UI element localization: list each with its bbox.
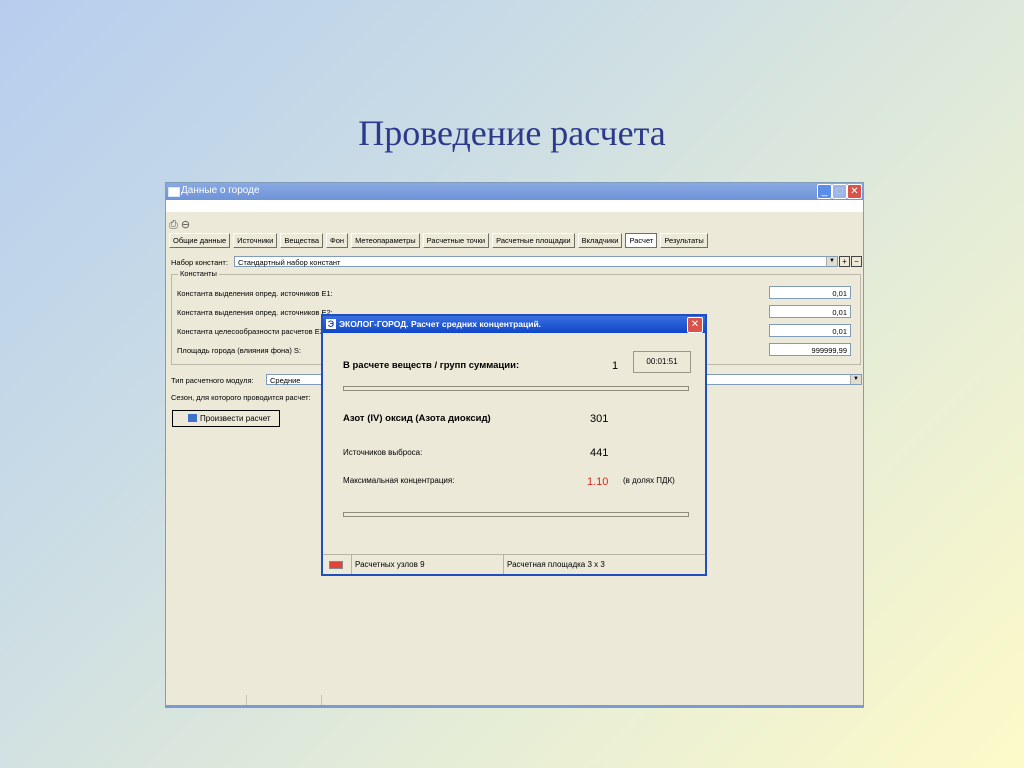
- dialog-close-button[interactable]: ✕: [687, 317, 703, 333]
- sources-label: Источников выброса:: [343, 448, 423, 457]
- chevron-down-icon[interactable]: ▼: [826, 257, 837, 266]
- print-icon[interactable]: ⎙: [169, 219, 178, 231]
- max-concentration-label: Максимальная концентрация:: [343, 476, 455, 485]
- slide-title: Проведение расчета: [358, 113, 666, 153]
- calculation-dialog: Э ЭКОЛОГ-ГОРОД. Расчет средних концентра…: [321, 314, 707, 576]
- city-area-input[interactable]: 999999,99: [769, 343, 851, 356]
- calculator-icon: [188, 414, 197, 422]
- constants-set-label: Набор констант:: [171, 258, 228, 267]
- substance-name: Азот (IV) оксид (Азота диоксид): [343, 413, 491, 424]
- tab-sources[interactable]: Источники: [233, 233, 278, 248]
- status-divider: [321, 695, 322, 705]
- close-button[interactable]: ✕: [847, 184, 862, 199]
- remove-constants-button[interactable]: −: [851, 256, 862, 267]
- window-bottom-border: [166, 705, 863, 707]
- refresh-icon[interactable]: ⊖: [181, 219, 190, 231]
- tab-results[interactable]: Результаты: [660, 233, 708, 248]
- run-calculation-label: Произвести расчет: [200, 414, 271, 423]
- constants-set-value: Стандартный набор констант: [238, 258, 341, 267]
- tab-background[interactable]: Фон: [326, 233, 349, 248]
- status-indicator-icon: [329, 561, 343, 569]
- module-type-value: Средние: [270, 376, 301, 385]
- minimize-button[interactable]: _: [817, 184, 832, 199]
- max-concentration-unit: (в долях ПДК): [623, 476, 675, 485]
- app-logo-icon: Э: [326, 319, 336, 329]
- status-nodes: Расчетных узлов 9: [351, 555, 505, 574]
- tab-bar: Общие данные Источники Вещества Фон Мете…: [169, 233, 711, 248]
- constant-e3-label: Константа целесообразности расчетов Е3:: [177, 327, 327, 336]
- constant-e3-input[interactable]: 0,01: [769, 324, 851, 337]
- constant-e1-label: Константа выделения опред. источников Е1…: [177, 289, 333, 298]
- window-app-icon: [168, 187, 180, 197]
- window-title: Данные о городе: [181, 185, 260, 196]
- overall-progress-bar: [343, 386, 689, 391]
- dialog-status-bar: Расчетных узлов 9 Расчетная площадка 3 x…: [323, 554, 705, 574]
- elapsed-time: 00:01:51: [633, 351, 691, 373]
- city-area-label: Площадь города (влияния фона) S:: [177, 346, 302, 355]
- substance-code: 301: [590, 413, 609, 425]
- constant-e2-label: Константа выделения опред. источников Е2…: [177, 308, 333, 317]
- chevron-down-icon[interactable]: ▼: [850, 375, 861, 384]
- window-titlebar: Данные о городе _ □ ✕: [166, 183, 863, 200]
- substances-count: 1: [612, 360, 619, 372]
- toolbar: ⎙ ⊖: [169, 218, 193, 232]
- module-type-label: Тип расчетного модуля:: [171, 376, 254, 385]
- run-calculation-button[interactable]: Произвести расчет: [172, 410, 280, 427]
- constant-e2-input[interactable]: 0,01: [769, 305, 851, 318]
- tab-calculation[interactable]: Расчет: [625, 233, 658, 248]
- max-concentration-value: 1.10: [587, 476, 609, 488]
- tab-substances[interactable]: Вещества: [280, 233, 324, 248]
- tab-calc-areas[interactable]: Расчетные площадки: [492, 233, 575, 248]
- season-label: Сезон, для которого проводится расчет:: [171, 393, 311, 402]
- tab-calc-points[interactable]: Расчетные точки: [422, 233, 490, 248]
- maximize-button[interactable]: □: [832, 184, 847, 199]
- status-divider: [246, 695, 247, 705]
- status-area: Расчетная площадка 3 x 3: [503, 555, 705, 574]
- substances-label: В расчете веществ / групп суммации:: [343, 360, 520, 371]
- constant-e1-input[interactable]: 0,01: [769, 286, 851, 299]
- constants-group-legend: Константы: [178, 269, 219, 278]
- menu-strip: [166, 200, 863, 212]
- dialog-titlebar: Э ЭКОЛОГ-ГОРОД. Расчет средних концентра…: [323, 316, 705, 333]
- add-constants-button[interactable]: +: [839, 256, 850, 267]
- dialog-title: ЭКОЛОГ-ГОРОД. Расчет средних концентраци…: [339, 319, 542, 329]
- constants-set-select[interactable]: Стандартный набор констант ▼: [234, 256, 838, 267]
- tab-meteo[interactable]: Метеопараметры: [351, 233, 420, 248]
- sources-count: 441: [590, 447, 609, 459]
- tab-contributors[interactable]: Вкладчики: [577, 233, 623, 248]
- substance-progress-bar: [343, 512, 689, 517]
- tab-general[interactable]: Общие данные: [169, 233, 231, 248]
